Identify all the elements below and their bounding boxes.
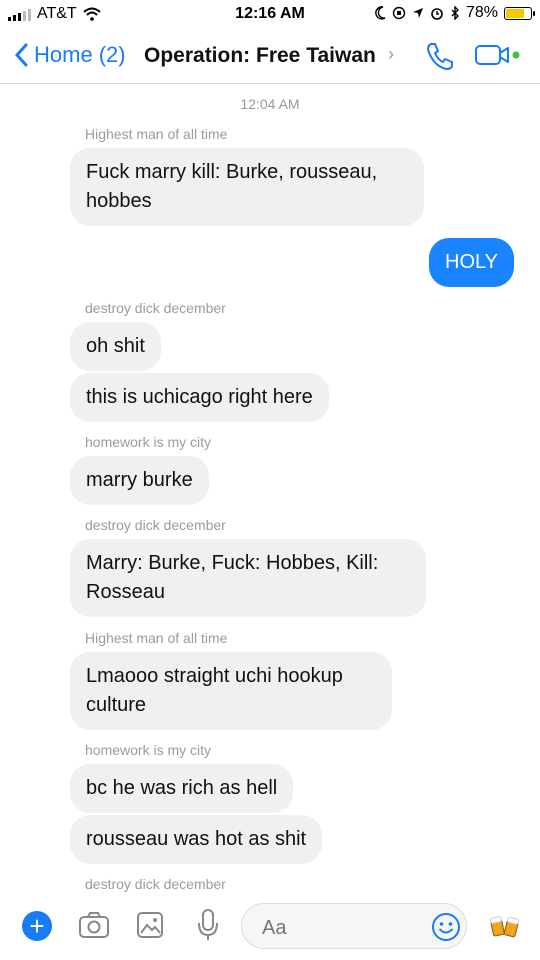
sender-name: homework is my city xyxy=(85,434,212,450)
message-input[interactable] xyxy=(260,916,424,941)
message-bubble[interactable]: rousseau was hot as shit xyxy=(70,815,323,864)
message-input-box[interactable] xyxy=(241,903,467,949)
microphone-icon[interactable] xyxy=(197,908,219,942)
outgoing-message-bubble[interactable]: HOLY xyxy=(429,238,514,287)
location-icon xyxy=(412,8,423,18)
conversation-header: Home (2) Operation: Free Taiwan › xyxy=(0,28,540,84)
sender-name: homework is my city xyxy=(85,742,212,758)
status-right: 78% xyxy=(374,4,535,22)
message-bubble[interactable]: bc he was rich as hell xyxy=(70,764,294,813)
sender-name: Highest man of all time xyxy=(85,126,228,142)
thread-timestamp: 12:04 AM xyxy=(240,96,300,112)
bluetooth-icon xyxy=(451,6,459,20)
phone-icon[interactable] xyxy=(424,40,456,72)
message-bubble[interactable]: marry burke xyxy=(70,456,209,505)
emoji-icon[interactable] xyxy=(431,912,461,942)
alarm-icon xyxy=(431,8,443,20)
video-camera-icon[interactable] xyxy=(474,43,524,69)
back-chevron-icon xyxy=(14,43,28,67)
message-bubble[interactable]: Marry: Burke, Fuck: Hobbes, Kill: Rossea… xyxy=(70,539,426,617)
sender-name: destroy dick december xyxy=(85,517,226,533)
message-thread[interactable]: 12:04 AM Highest man of all time Fuck ma… xyxy=(0,84,540,892)
battery-icon xyxy=(504,6,535,20)
conversation-title[interactable]: Operation: Free Taiwan xyxy=(144,44,376,68)
sender-name: Highest man of all time xyxy=(85,630,228,646)
message-bubble[interactable]: Lmaooo straight uchi hookup culture xyxy=(70,652,392,730)
status-bar: AT&T 12:16 AM 78% xyxy=(0,0,540,28)
battery-percent: 78% xyxy=(465,4,498,21)
sender-name: destroy dick december xyxy=(85,300,226,316)
back-label: Home xyxy=(34,42,93,67)
message-bubble[interactable]: oh shit xyxy=(70,322,161,371)
beer-mugs-icon[interactable] xyxy=(489,911,521,941)
message-bubble[interactable]: this is uchicago right here xyxy=(70,373,329,422)
chevron-right-icon[interactable]: › xyxy=(388,44,394,65)
unread-count: (2) xyxy=(98,42,126,67)
message-bubble[interactable]: Fuck marry kill: Burke, rousseau, hobbes xyxy=(70,148,424,226)
camera-icon[interactable] xyxy=(78,911,110,939)
image-icon[interactable] xyxy=(136,911,164,939)
sender-name: destroy dick december xyxy=(85,876,226,892)
back-button[interactable]: Home (2) xyxy=(14,42,126,68)
orientation-lock-icon xyxy=(392,6,406,20)
plus-icon[interactable]: + xyxy=(22,911,52,941)
moon-icon xyxy=(375,6,386,20)
